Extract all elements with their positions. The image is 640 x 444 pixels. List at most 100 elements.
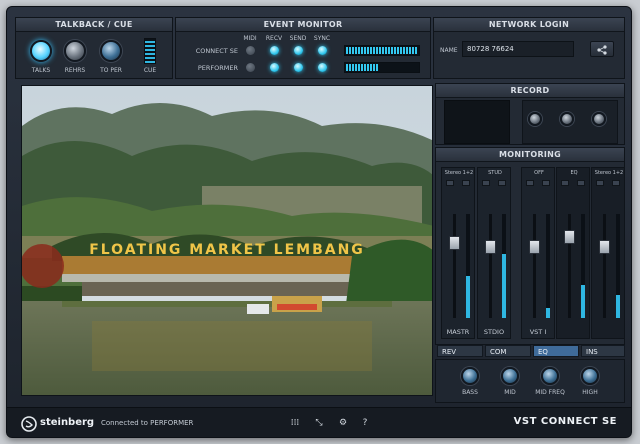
performer-recv-led <box>270 63 279 72</box>
performer-midi-led <box>246 63 255 72</box>
stdio-mute[interactable] <box>482 180 490 186</box>
tab-com[interactable]: COM <box>485 345 531 357</box>
footer-bar: steinberg Connected to PERFORMER ⁞⁞⁞ ⤡ ⚙… <box>7 407 631 437</box>
stereo-out-fader[interactable] <box>599 240 610 254</box>
tab-rev[interactable]: REV <box>437 345 483 357</box>
to-per-knob[interactable] <box>100 40 122 62</box>
talkback-title: TALKBACK / CUE <box>16 18 172 32</box>
stereo-out-vu <box>616 214 620 318</box>
cue-label: CUE <box>143 67 157 74</box>
tab-eq[interactable]: EQ <box>533 345 579 357</box>
high-knob[interactable] <box>581 367 599 385</box>
row-connect-se: CONNECT SE <box>195 47 238 55</box>
tab-ins[interactable]: INS <box>581 345 625 357</box>
resize-icon[interactable]: ⤡ <box>313 418 325 428</box>
channel-stereo-out-input: Stereo 1+2 <box>594 170 624 176</box>
channel-vst-i-input: OFF <box>534 170 544 176</box>
stdio-label: STDIO <box>483 328 505 336</box>
eq-vu <box>581 214 585 318</box>
col-send: SEND <box>289 35 307 42</box>
col-sync: SYNC <box>313 35 331 42</box>
vst-i-solo[interactable] <box>542 180 550 186</box>
settings-icon[interactable]: ⚙ <box>337 418 349 428</box>
talk-knob[interactable] <box>30 40 52 62</box>
row-performer: PERFORMER <box>197 64 238 72</box>
mid-freq-knob[interactable] <box>541 367 559 385</box>
rehrs-knob[interactable] <box>64 40 86 62</box>
monitoring-title: MONITORING <box>436 148 624 162</box>
mastr-mute[interactable] <box>446 180 454 186</box>
channel-stereo-out: Stereo 1+2 <box>591 167 625 339</box>
network-login-title: NETWORK LOGIN <box>434 18 624 32</box>
rehrs-label: REHRS <box>64 67 86 74</box>
vst-i-label: VST I <box>529 328 547 336</box>
performer-sync-led <box>318 63 327 72</box>
mid-knob[interactable] <box>501 367 519 385</box>
vst-i-mute[interactable] <box>526 180 534 186</box>
channel-vst-i: OFF VST I <box>521 167 555 339</box>
to-per-label: TO PER <box>100 67 122 74</box>
mastr-label: MASTR <box>446 328 470 336</box>
record-title: RECORD <box>436 84 624 98</box>
video-image: FLOATING MARKET LEMBANG <box>22 86 432 395</box>
connect-send-led <box>294 46 303 55</box>
sign-text: FLOATING MARKET LEMBANG <box>89 242 365 258</box>
stdio-solo[interactable] <box>498 180 506 186</box>
network-login-panel: NETWORK LOGIN NAME 80728 76624 <box>433 17 625 79</box>
mastr-vu <box>466 214 470 318</box>
channel-eq: EQ <box>556 167 590 339</box>
mastr-fader[interactable] <box>449 236 460 250</box>
record-knob-3[interactable] <box>592 112 606 126</box>
mastr-solo[interactable] <box>462 180 470 186</box>
performer-send-led <box>294 63 303 72</box>
connect-midi-led <box>246 46 255 55</box>
channel-stdio-input: STUD <box>488 170 502 176</box>
record-knob-2[interactable] <box>560 112 574 126</box>
keyboard-icon[interactable]: ⁞⁞⁞ <box>289 418 301 428</box>
connect-sync-led <box>318 46 327 55</box>
talkback-panel: TALKBACK / CUE TALKS REHRS TO PER CUE <box>15 17 173 79</box>
record-panel: RECORD <box>435 83 625 145</box>
steinberg-logo-icon <box>21 416 37 432</box>
channel-mastr-input: Stereo 1+2 <box>444 170 474 176</box>
mid-freq-label: MID FREQ <box>535 389 565 396</box>
bass-knob[interactable] <box>461 367 479 385</box>
cue-level-meter[interactable] <box>144 38 156 64</box>
vst-i-fader[interactable] <box>529 240 540 254</box>
eq-solo[interactable] <box>577 180 585 186</box>
performer-level-meter <box>344 62 420 73</box>
product-name: VST CONNECT SE <box>513 416 617 427</box>
vst-connect-window: TALKBACK / CUE TALKS REHRS TO PER CUE EV… <box>6 6 632 438</box>
col-recv: RECV <box>265 35 283 42</box>
eq-mute[interactable] <box>561 180 569 186</box>
name-label: NAME <box>440 47 458 54</box>
record-display <box>444 100 510 144</box>
help-icon[interactable]: ? <box>359 418 371 428</box>
stereo-out-fader-track <box>603 214 606 318</box>
record-knob-1[interactable] <box>528 112 542 126</box>
channel-stdio: STUD STDIO <box>477 167 511 339</box>
eq-fader[interactable] <box>564 230 575 244</box>
stdio-fader[interactable] <box>485 240 496 254</box>
share-button[interactable] <box>590 41 614 57</box>
video-feed: FLOATING MARKET LEMBANG <box>21 85 433 396</box>
stereo-out-solo[interactable] <box>612 180 620 186</box>
high-label: HIGH <box>582 389 598 396</box>
event-monitor-panel: EVENT MONITOR MIDI RECV SEND SYNC CONNEC… <box>175 17 431 79</box>
vst-i-vu <box>546 214 550 318</box>
mastr-fader-track <box>453 214 456 318</box>
connect-level-meter <box>344 45 420 56</box>
col-midi: MIDI <box>243 35 257 42</box>
channel-mastr: Stereo 1+2 MASTR <box>441 167 475 339</box>
channel-eq-input: EQ <box>570 170 578 176</box>
stereo-out-mute[interactable] <box>596 180 604 186</box>
name-field[interactable]: 80728 76624 <box>462 41 574 57</box>
connect-recv-led <box>270 46 279 55</box>
stdio-fader-track <box>489 214 492 318</box>
connection-status: Connected to PERFORMER <box>101 419 194 427</box>
mid-label: MID <box>504 389 516 396</box>
share-icon <box>597 45 607 55</box>
vst-i-fader-track <box>533 214 536 318</box>
stdio-vu <box>502 214 506 318</box>
bass-label: BASS <box>462 389 478 396</box>
